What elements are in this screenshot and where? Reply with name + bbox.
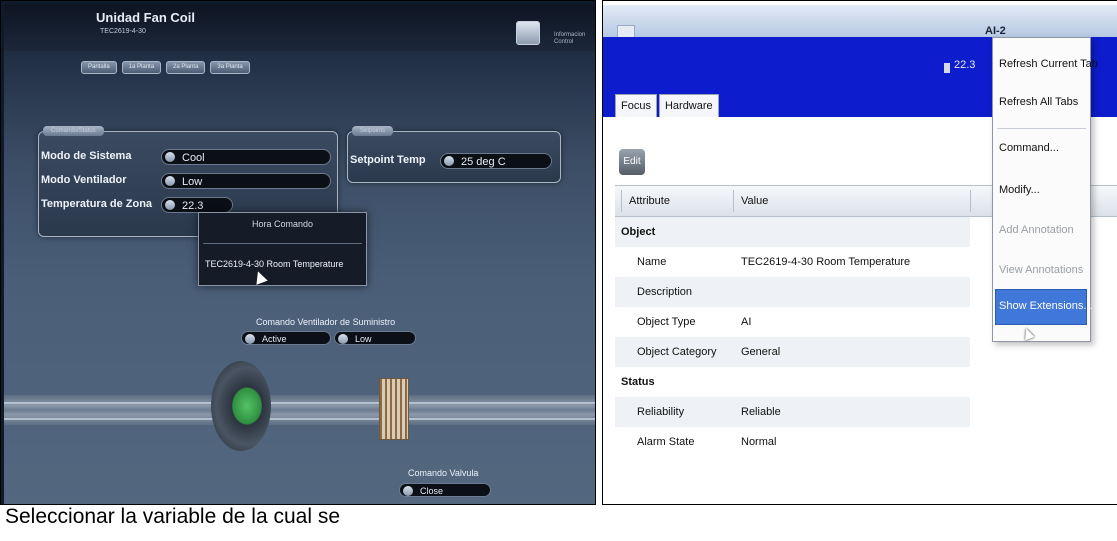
tab-hardware[interactable]: Hardware bbox=[658, 94, 719, 118]
tab-pantalla[interactable]: Pantalla bbox=[81, 61, 117, 74]
tab-planta-3[interactable]: 3a Planta bbox=[210, 61, 250, 74]
tab-planta-2[interactable]: 2a Planta bbox=[166, 61, 206, 74]
screen-header: Unidad Fan Coil TEC2619-4-30 Informacion… bbox=[4, 4, 595, 51]
table-row[interactable]: Status bbox=[615, 367, 1117, 397]
setpoint-card-title: Setpoints bbox=[352, 126, 394, 136]
valve-command-value[interactable]: Close bbox=[399, 483, 491, 497]
menu-item-modify[interactable]: Modify... bbox=[999, 184, 1040, 196]
row-attribute: Object bbox=[621, 226, 656, 238]
tab-planta-1[interactable]: 1a Planta bbox=[121, 61, 162, 74]
fan-icon[interactable] bbox=[211, 361, 271, 451]
value-modo-sistema[interactable]: Cool bbox=[161, 149, 331, 165]
table-row[interactable]: Reliability Reliable bbox=[615, 397, 1117, 427]
screen-title: Unidad Fan Coil bbox=[96, 10, 195, 25]
meter-value: 22.3 bbox=[954, 59, 976, 71]
menu-item-refresh-current-tab[interactable]: Refresh Current Tab bbox=[999, 58, 1098, 70]
menu-item-command[interactable]: Command... bbox=[999, 142, 1059, 154]
screen-subtitle: TEC2619-4-30 bbox=[100, 28, 146, 35]
duct-line-bottom bbox=[4, 418, 595, 420]
tab-focus[interactable]: Focus bbox=[615, 94, 657, 118]
coil-grille-icon[interactable] bbox=[379, 378, 409, 440]
column-divider bbox=[621, 190, 622, 212]
window-title-fragment: AI-2 bbox=[985, 25, 1006, 37]
label-setpoint-temp: Setpoint Temp bbox=[350, 154, 426, 166]
row-attribute: Reliability bbox=[637, 406, 685, 418]
label-temperatura-zona: Temperatura de Zona bbox=[41, 198, 153, 210]
row-value: TEC2619-4-30 Room Temperature bbox=[741, 256, 911, 268]
menu-separator bbox=[997, 128, 1086, 129]
row-attribute: Object Category bbox=[637, 346, 717, 358]
row-value: Normal bbox=[741, 436, 777, 448]
menu-item-refresh-all-tabs[interactable]: Refresh All Tabs bbox=[999, 96, 1078, 108]
header-side-text: Informacion Control bbox=[554, 32, 586, 45]
popup-item-room-temperature[interactable]: TEC2619-4-30 Room Temperature bbox=[205, 259, 343, 269]
row-shade bbox=[615, 217, 970, 247]
row-attribute: Status bbox=[621, 376, 655, 388]
mouse-cursor-icon bbox=[252, 269, 268, 285]
column-divider bbox=[970, 190, 971, 212]
menu-item-show-extensions[interactable]: Show Extensions... bbox=[999, 300, 1093, 312]
column-attribute[interactable]: Attribute bbox=[629, 195, 670, 207]
column-value[interactable]: Value bbox=[741, 195, 768, 207]
window-titlebar bbox=[603, 5, 1117, 37]
label-modo-sistema: Modo de Sistema bbox=[41, 150, 132, 162]
value-temperatura-zona[interactable]: 22.3 bbox=[161, 197, 233, 213]
setpoint-card: Setpoints Setpoint Temp 25 deg C bbox=[347, 126, 561, 183]
row-value: Reliable bbox=[741, 406, 781, 418]
popup-header: Hora Comando bbox=[251, 219, 314, 229]
instruction-caption: Seleccionar la variable de la cual se bbox=[5, 505, 341, 528]
row-value: AI bbox=[741, 316, 752, 328]
status-card-title: Comando/Status bbox=[43, 126, 104, 136]
table-row[interactable]: Alarm State Normal bbox=[615, 427, 1117, 457]
meter-icon bbox=[944, 63, 950, 73]
column-divider bbox=[733, 190, 734, 212]
fan-coil-screen: Unidad Fan Coil TEC2619-4-30 Informacion… bbox=[0, 0, 596, 505]
valve-command-label: Comando Valvula bbox=[408, 468, 479, 478]
view-tabs: Focus Hardware bbox=[615, 94, 721, 118]
value-modo-ventilador[interactable]: Low bbox=[161, 173, 331, 189]
menu-item-view-annotations: View Annotations bbox=[999, 264, 1084, 276]
row-value: General bbox=[741, 346, 781, 358]
fan-command-value-1[interactable]: Active bbox=[241, 331, 331, 345]
row-attribute: Object Type bbox=[637, 316, 696, 328]
value-setpoint-temp[interactable]: 25 deg C bbox=[440, 153, 552, 169]
fan-command-label: Comando Ventilador de Suministro bbox=[256, 317, 396, 327]
home-icon[interactable] bbox=[516, 21, 540, 45]
row-attribute: Alarm State bbox=[637, 436, 695, 448]
row-attribute: Name bbox=[637, 256, 667, 268]
label-modo-ventilador: Modo Ventilador bbox=[41, 174, 127, 186]
command-popup: Hora Comando TEC2619-4-30 Room Temperatu… bbox=[198, 212, 367, 286]
fan-command-value-2[interactable]: Low bbox=[334, 331, 416, 345]
screen-tabs: Pantalla 1a Planta 2a Planta 3a Planta bbox=[81, 61, 250, 74]
menu-item-add-annotation: Add Annotation bbox=[999, 224, 1074, 236]
popup-divider bbox=[203, 243, 362, 244]
row-attribute: Description bbox=[637, 286, 693, 298]
duct-line-top bbox=[4, 402, 595, 404]
properties-window: AI-2 22.3 Focus Hardware Edit Attribute … bbox=[602, 0, 1117, 505]
edit-button[interactable]: Edit bbox=[619, 149, 645, 175]
duct bbox=[4, 395, 595, 425]
context-menu: Refresh Current Tab Refresh All Tabs Com… bbox=[992, 37, 1098, 342]
